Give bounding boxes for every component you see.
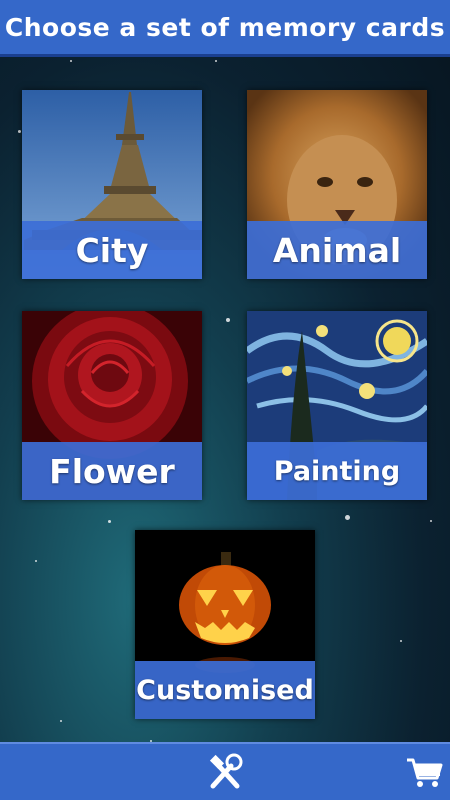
header-bar: Choose a set of memory cards [0, 0, 450, 57]
card-label-customised: Customised [135, 661, 315, 719]
card-customised[interactable]: Customised [135, 530, 315, 719]
bottom-bar [0, 742, 450, 800]
card-animal[interactable]: Animal [247, 90, 427, 279]
cart-icon [407, 758, 443, 787]
cart-button[interactable] [404, 752, 444, 792]
tools-button[interactable] [205, 752, 245, 792]
card-flower[interactable]: Flower [22, 311, 202, 500]
card-city[interactable]: City [22, 90, 202, 279]
page-title: Choose a set of memory cards [4, 12, 446, 42]
card-label-city: City [22, 221, 202, 279]
card-painting[interactable]: Painting [247, 311, 427, 500]
card-label-painting: Painting [247, 442, 427, 500]
card-label-animal: Animal [247, 221, 427, 279]
tools-icon [209, 753, 243, 789]
card-label-flower: Flower [22, 442, 202, 500]
